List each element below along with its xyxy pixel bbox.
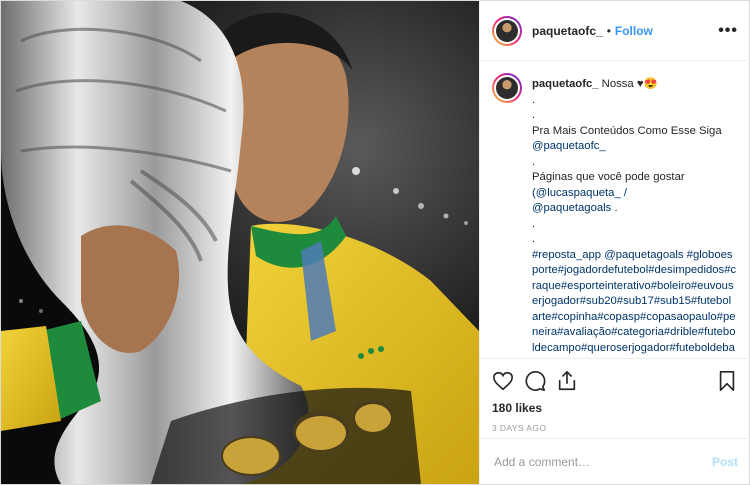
share-icon[interactable] — [556, 370, 578, 392]
follow-button[interactable]: Follow — [615, 24, 653, 38]
bookmark-icon[interactable] — [716, 370, 738, 392]
action-icons — [492, 369, 738, 393]
caption-dot: . — [532, 109, 536, 121]
caption-dot: . — [532, 155, 536, 168]
hashtags-text[interactable]: #reposta_app @paquetagoals #globoesporte… — [532, 248, 737, 359]
mention-link[interactable]: (@lucaspaqueta_ / — [532, 186, 737, 202]
post-timestamp[interactable]: 3 DAYS AGO — [492, 423, 738, 433]
caption-avatar-ring — [494, 75, 520, 101]
post-comment-button[interactable]: Post — [712, 455, 738, 469]
caption-pages-line: Páginas que você pode gostar — [532, 171, 685, 183]
comment-input[interactable] — [492, 453, 712, 470]
caption-promo-line: Pra Mais Conteúdos Como Esse Siga — [532, 124, 722, 137]
caption-avatar-image — [496, 77, 518, 99]
avatar[interactable] — [492, 15, 522, 46]
instagram-post: paquetaofc_ • Follow ••• paquetaofc_ Nos… — [0, 0, 750, 485]
mention-link[interactable]: @paquetaofc_ — [532, 139, 737, 155]
caption-text: paquetaofc_ Nossa ♥😍 . . Pra Mais Conteú… — [532, 73, 737, 358]
caption-dot: . — [532, 233, 536, 245]
comment-icon[interactable] — [524, 370, 546, 392]
caption-avatar[interactable] — [492, 73, 522, 103]
caption-dot: . — [532, 93, 536, 106]
post-sidebar: paquetaofc_ • Follow ••• paquetaofc_ Nos… — [479, 1, 750, 484]
caption-dot: . — [532, 217, 536, 230]
add-comment-bar: Post — [480, 438, 750, 484]
caption-username[interactable]: paquetaofc_ — [532, 78, 599, 90]
action-bar: 180 likes 3 DAYS AGO — [480, 358, 750, 448]
caption-first-line: Nossa ♥😍 — [598, 78, 658, 90]
likes-count[interactable]: 180 likes — [492, 401, 738, 415]
post-header: paquetaofc_ • Follow ••• — [480, 1, 750, 61]
more-options-icon[interactable]: ••• — [718, 22, 738, 40]
avatar-ring — [494, 17, 520, 44]
separator-dot: • — [606, 23, 611, 38]
header-username[interactable]: paquetaofc_ — [532, 24, 603, 38]
post-photo[interactable] — [1, 1, 479, 484]
avatar-image — [496, 19, 518, 42]
caption-area[interactable]: paquetaofc_ Nossa ♥😍 . . Pra Mais Conteú… — [480, 61, 750, 358]
photo-illustration — [1, 1, 479, 484]
caption-comment: paquetaofc_ Nossa ♥😍 . . Pra Mais Conteú… — [492, 73, 738, 358]
heart-icon[interactable] — [492, 370, 514, 392]
mention-link[interactable]: @paquetagoals . — [532, 201, 737, 217]
